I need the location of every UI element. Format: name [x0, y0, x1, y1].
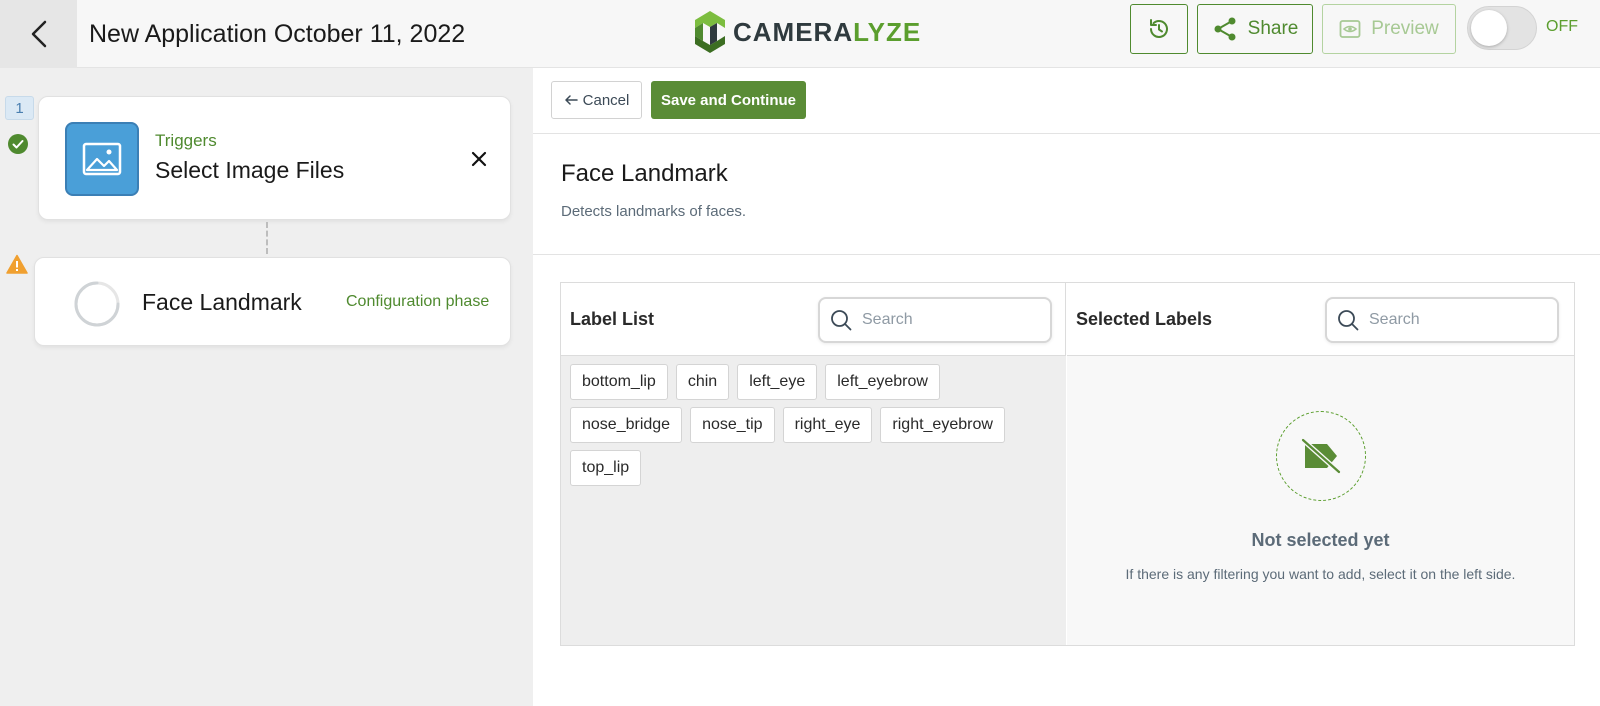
search-icon	[831, 310, 852, 331]
label-tag[interactable]: left_eye	[737, 364, 818, 400]
step-number: 1	[5, 96, 34, 120]
label-selector: Label List bottom_lipchinleft_eyeleft_ey…	[560, 282, 1575, 646]
toggle-status-label: OFF	[1546, 18, 1578, 35]
pipeline-panel: 1 Triggers Select Image Files Face Landm…	[0, 68, 533, 706]
label-tag[interactable]: top_lip	[570, 450, 642, 486]
application-title[interactable]: New Application October 11, 2022	[89, 14, 469, 54]
publish-toggle[interactable]	[1467, 6, 1537, 50]
label-tags: bottom_lip chin left_eye left_eyebrow nose_b…	[570, 364, 1060, 493]
cancel-label: Cancel	[582, 91, 630, 109]
cameralyze-logo-icon	[695, 11, 725, 53]
selected-labels-title: Selected Labels	[1076, 309, 1213, 329]
selected-labels-search[interactable]	[1325, 297, 1559, 343]
cameralyze-logo: CAMERALYZE	[693, 6, 921, 58]
chevron-left-icon	[31, 20, 46, 48]
history-button[interactable]	[1130, 4, 1188, 54]
step-phase-status: Configuration phase	[346, 293, 490, 310]
empty-state-title: Not selected yet	[1251, 530, 1390, 550]
save-and-continue-button[interactable]: Save and Continue	[651, 81, 806, 119]
history-icon	[1150, 19, 1168, 38]
config-toolbar: Cancel Save and Continue	[533, 68, 1600, 134]
selected-labels-search-input[interactable]	[1369, 311, 1539, 329]
step-title: Select Image Files	[155, 157, 345, 183]
selected-labels-body: Not selected yet If there is any filteri…	[1067, 356, 1574, 645]
logo-text-suffix: LYZE	[853, 16, 922, 47]
preview-button[interactable]: Preview	[1322, 4, 1456, 54]
label-tag[interactable]: bottom_lip	[570, 364, 668, 400]
label-tag[interactable]: nose_tip	[690, 407, 775, 443]
step-category: Triggers	[155, 131, 217, 150]
label-tag[interactable]: chin	[675, 364, 730, 400]
image-icon	[65, 122, 139, 196]
label-tag[interactable]: nose_bridge	[570, 407, 683, 443]
selected-labels-column: Selected Labels Not selected yet If ther…	[1067, 283, 1574, 645]
logo-text-prefix: CAMERA	[733, 16, 854, 47]
model-title: Face Landmark	[561, 160, 728, 187]
close-icon[interactable]	[469, 149, 489, 169]
share-icon	[1214, 17, 1236, 41]
top-header: New Application October 11, 2022 CAMERAL…	[0, 0, 1600, 68]
label-tag[interactable]: right_eyebrow	[880, 407, 1005, 443]
search-icon	[1338, 310, 1359, 331]
label-tag[interactable]: left_eyebrow	[825, 364, 940, 400]
arrow-left-icon	[564, 95, 578, 105]
label-list-header: Label List	[561, 283, 1065, 356]
step-title: Face Landmark	[142, 289, 302, 315]
selected-labels-header: Selected Labels	[1067, 283, 1574, 356]
trigger-step-card[interactable]: Triggers Select Image Files	[38, 96, 511, 220]
label-list-body: bottom_lip chin left_eye left_eyebrow nose_b…	[561, 356, 1066, 645]
label-tag[interactable]: right_eye	[782, 407, 873, 443]
label-list-search[interactable]	[818, 297, 1052, 343]
warning-triangle-icon	[6, 254, 28, 279]
preview-label: Preview	[1371, 18, 1439, 39]
label-list-search-input[interactable]	[862, 311, 1032, 329]
share-button[interactable]: Share	[1197, 4, 1313, 54]
empty-state-hint: If there is any filtering you want to ad…	[1125, 566, 1516, 582]
step-connector	[266, 222, 268, 254]
spinner-icon	[73, 280, 121, 328]
label-list-title: Label List	[570, 309, 655, 329]
back-button[interactable]	[0, 0, 77, 68]
toggle-knob	[1471, 10, 1507, 46]
logo-text: CAMERALYZE	[733, 17, 921, 48]
label-off-icon	[1276, 411, 1366, 501]
configuration-panel: Cancel Save and Continue Face Landmark D…	[533, 68, 1600, 706]
model-description: Detects landmarks of faces.	[561, 203, 747, 220]
label-list-column: Label List bottom_lipchinleft_eyeleft_ey…	[561, 283, 1066, 645]
share-label: Share	[1247, 18, 1299, 39]
model-step-card[interactable]: Face Landmark Configuration phase	[34, 257, 511, 346]
section-divider	[533, 254, 1600, 255]
cancel-button[interactable]: Cancel	[551, 81, 642, 119]
check-circle-icon	[8, 134, 28, 159]
eye-icon	[1339, 20, 1361, 38]
